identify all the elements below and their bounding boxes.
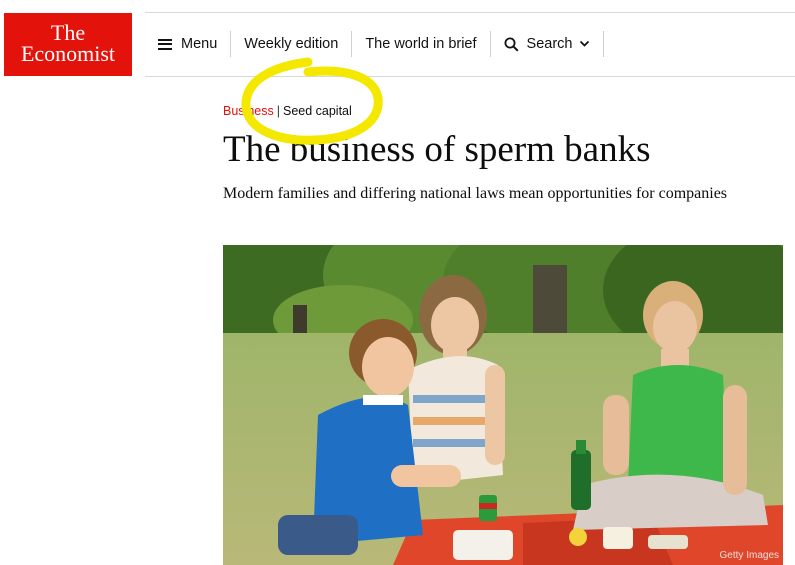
menu-button[interactable]: Menu: [145, 31, 230, 57]
chevron-down-icon: [579, 40, 590, 48]
economist-logo[interactable]: The Economist: [4, 13, 132, 76]
flytitle: Seed capital: [282, 104, 352, 118]
article-rubric: Business | Seed capital: [223, 104, 352, 118]
search-button[interactable]: Search: [491, 31, 604, 57]
image-credit: Getty Images: [719, 550, 779, 561]
logo-line-2: Economist: [20, 41, 116, 66]
article-headline: The business of sperm banks: [223, 129, 651, 170]
menu-label: Menu: [181, 36, 218, 52]
header-bottom-divider: [145, 76, 795, 77]
article-hero-image: Getty Images: [223, 245, 783, 565]
picnic-photo-illustration: [223, 245, 783, 565]
search-label: Search: [526, 36, 573, 52]
logo-line-1: The: [50, 20, 86, 45]
header-top-divider: [145, 12, 795, 13]
section-link[interactable]: Business: [223, 104, 274, 118]
top-navigation: Menu Weekly edition The world in brief S…: [145, 31, 605, 57]
world-in-brief-link[interactable]: The world in brief: [352, 31, 489, 57]
weekly-edition-link[interactable]: Weekly edition: [231, 31, 351, 57]
search-icon: [504, 37, 519, 52]
rubric-separator: |: [276, 104, 280, 118]
article-subheadline: Modern families and differing national l…: [223, 185, 728, 202]
hamburger-icon: [158, 36, 172, 52]
nav-divider: [603, 31, 605, 57]
